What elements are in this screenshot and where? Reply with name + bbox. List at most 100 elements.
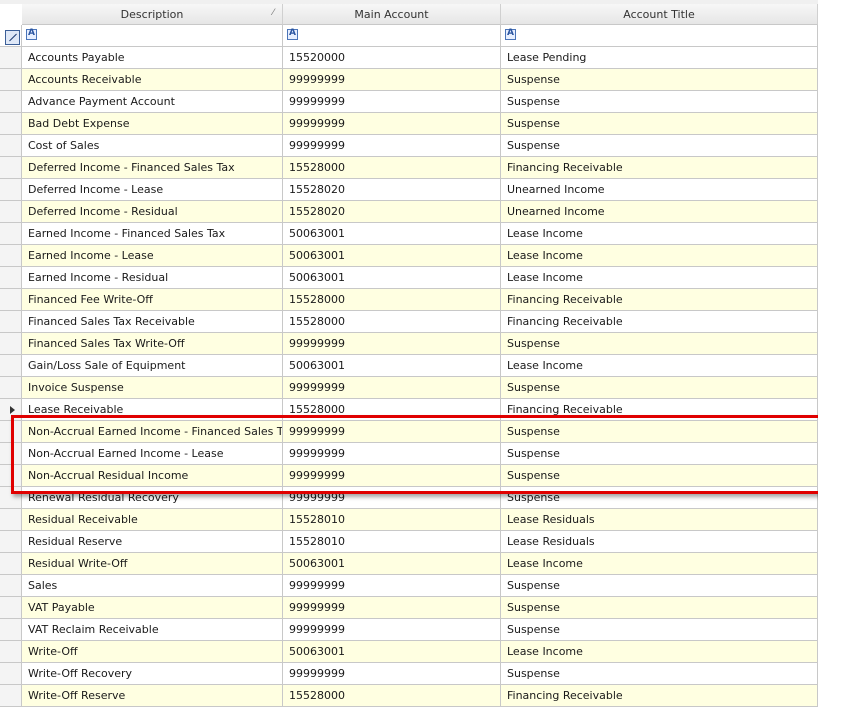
account-title-cell[interactable]: Suspense — [501, 135, 818, 157]
description-cell[interactable]: Residual Receivable — [22, 509, 283, 531]
account-title-cell[interactable]: Financing Receivable — [501, 311, 818, 333]
row-selector[interactable] — [0, 685, 22, 707]
account-title-cell[interactable]: Lease Income — [501, 267, 818, 289]
main-account-cell[interactable]: 15528000 — [283, 311, 501, 333]
account-title-cell[interactable]: Suspense — [501, 575, 818, 597]
description-cell[interactable]: Residual Reserve — [22, 531, 283, 553]
account-title-cell[interactable]: Financing Receivable — [501, 399, 818, 421]
main-account-cell[interactable]: 50063001 — [283, 355, 501, 377]
description-cell[interactable]: Deferred Income - Residual — [22, 201, 283, 223]
row-selector[interactable] — [0, 245, 22, 267]
table-row[interactable]: VAT Payable 99999999 Suspense — [22, 597, 818, 619]
description-cell[interactable]: Write-Off Recovery — [22, 663, 283, 685]
table-row[interactable]: Lease Receivable 15528000 Financing Receiv… — [22, 399, 818, 421]
main-account-cell[interactable]: 99999999 — [283, 465, 501, 487]
main-account-cell[interactable]: 15528010 — [283, 531, 501, 553]
table-row[interactable]: Financed Sales Tax Receivable 15528000 Fin… — [22, 311, 818, 333]
main-account-cell[interactable]: 99999999 — [283, 135, 501, 157]
main-account-cell[interactable]: 15528000 — [283, 399, 501, 421]
row-selector[interactable] — [0, 135, 22, 157]
table-row[interactable]: Residual Receivable 15528010 Lease Residua… — [22, 509, 818, 531]
main-account-cell[interactable]: 50063001 — [283, 553, 501, 575]
account-title-cell[interactable]: Lease Income — [501, 553, 818, 575]
table-row[interactable]: Deferred Income - Financed Sales Tax 1552… — [22, 157, 818, 179]
account-title-cell[interactable]: Financing Receivable — [501, 685, 818, 707]
main-account-cell[interactable]: 15528020 — [283, 179, 501, 201]
table-row[interactable]: Non-Accrual Residual Income 99999999 Suspe… — [22, 465, 818, 487]
table-row[interactable]: Financed Fee Write-Off 15528000 Financing … — [22, 289, 818, 311]
filter-cell-main-account[interactable] — [283, 25, 501, 47]
table-row[interactable]: Earned Income - Residual 50063001 Lease In… — [22, 267, 818, 289]
table-row[interactable]: Advance Payment Account 99999999 Suspense — [22, 91, 818, 113]
account-title-cell[interactable]: Suspense — [501, 69, 818, 91]
table-row[interactable]: Sales 99999999 Suspense — [22, 575, 818, 597]
table-row[interactable]: Financed Sales Tax Write-Off 99999999 Susp… — [22, 333, 818, 355]
table-row[interactable]: Earned Income - Financed Sales Tax 500630… — [22, 223, 818, 245]
table-row[interactable]: Write-Off 50063001 Lease Income — [22, 641, 818, 663]
row-selector[interactable] — [0, 333, 22, 355]
main-account-cell[interactable]: 50063001 — [283, 245, 501, 267]
description-cell[interactable]: VAT Payable — [22, 597, 283, 619]
account-title-cell[interactable]: Suspense — [501, 465, 818, 487]
main-account-cell[interactable]: 99999999 — [283, 597, 501, 619]
table-row[interactable]: Accounts Payable 15520000 Lease Pending — [22, 47, 818, 69]
main-account-cell[interactable]: 50063001 — [283, 641, 501, 663]
table-row[interactable]: Write-Off Reserve 15528000 Financing Recei… — [22, 685, 818, 707]
main-account-cell[interactable]: 99999999 — [283, 487, 501, 509]
table-row[interactable]: Deferred Income - Lease 15528020 Unearned … — [22, 179, 818, 201]
main-account-cell[interactable]: 99999999 — [283, 663, 501, 685]
row-selector[interactable] — [0, 47, 22, 69]
description-cell[interactable]: Bad Debt Expense — [22, 113, 283, 135]
main-account-cell[interactable]: 99999999 — [283, 421, 501, 443]
description-cell[interactable]: Residual Write-Off — [22, 553, 283, 575]
description-cell[interactable]: VAT Reclaim Receivable — [22, 619, 283, 641]
main-account-cell[interactable]: 99999999 — [283, 443, 501, 465]
main-account-cell[interactable]: 99999999 — [283, 377, 501, 399]
filter-cell-account-title[interactable] — [501, 25, 818, 47]
description-cell[interactable]: Renewal Residual Recovery — [22, 487, 283, 509]
account-title-cell[interactable]: Suspense — [501, 487, 818, 509]
table-row[interactable]: Renewal Residual Recovery 99999999 Suspens… — [22, 487, 818, 509]
description-cell[interactable]: Financed Sales Tax Write-Off — [22, 333, 283, 355]
row-selector[interactable] — [0, 355, 22, 377]
row-selector[interactable] — [0, 465, 22, 487]
account-title-cell[interactable]: Unearned Income — [501, 179, 818, 201]
main-account-cell[interactable]: 50063001 — [283, 223, 501, 245]
main-account-cell[interactable]: 99999999 — [283, 333, 501, 355]
row-selector[interactable] — [0, 69, 22, 91]
table-row[interactable]: Cost of Sales 99999999 Suspense — [22, 135, 818, 157]
row-selector[interactable] — [0, 597, 22, 619]
main-account-cell[interactable]: 15528000 — [283, 157, 501, 179]
main-account-cell[interactable]: 15528000 — [283, 685, 501, 707]
description-cell[interactable]: Cost of Sales — [22, 135, 283, 157]
column-header-account-title[interactable]: Account Title — [501, 4, 818, 25]
description-cell[interactable]: Accounts Payable — [22, 47, 283, 69]
description-cell[interactable]: Write-Off — [22, 641, 283, 663]
row-selector[interactable] — [0, 377, 22, 399]
description-cell[interactable]: Earned Income - Residual — [22, 267, 283, 289]
column-header-main-account[interactable]: Main Account — [283, 4, 501, 25]
account-title-cell[interactable]: Lease Residuals — [501, 531, 818, 553]
account-title-cell[interactable]: Lease Residuals — [501, 509, 818, 531]
account-title-cell[interactable]: Financing Receivable — [501, 289, 818, 311]
row-selector[interactable] — [0, 421, 22, 443]
row-selector[interactable] — [0, 553, 22, 575]
row-selector[interactable] — [0, 223, 22, 245]
account-title-cell[interactable]: Suspense — [501, 597, 818, 619]
description-cell[interactable]: Non-Accrual Earned Income - Lease — [22, 443, 283, 465]
main-account-cell[interactable]: 50063001 — [283, 267, 501, 289]
description-cell[interactable]: Non-Accrual Residual Income — [22, 465, 283, 487]
account-title-cell[interactable]: Financing Receivable — [501, 157, 818, 179]
row-selector[interactable] — [0, 619, 22, 641]
description-cell[interactable]: Financed Sales Tax Receivable — [22, 311, 283, 333]
main-account-cell[interactable]: 15520000 — [283, 47, 501, 69]
table-row[interactable]: Non-Accrual Earned Income - Lease 9999999… — [22, 443, 818, 465]
main-account-cell[interactable]: 99999999 — [283, 619, 501, 641]
row-selector[interactable] — [0, 311, 22, 333]
description-cell[interactable]: Earned Income - Lease — [22, 245, 283, 267]
account-title-cell[interactable]: Lease Income — [501, 223, 818, 245]
description-cell[interactable]: Sales — [22, 575, 283, 597]
description-cell[interactable]: Deferred Income - Lease — [22, 179, 283, 201]
filter-operator-icon[interactable] — [505, 28, 516, 40]
account-title-cell[interactable]: Lease Income — [501, 355, 818, 377]
